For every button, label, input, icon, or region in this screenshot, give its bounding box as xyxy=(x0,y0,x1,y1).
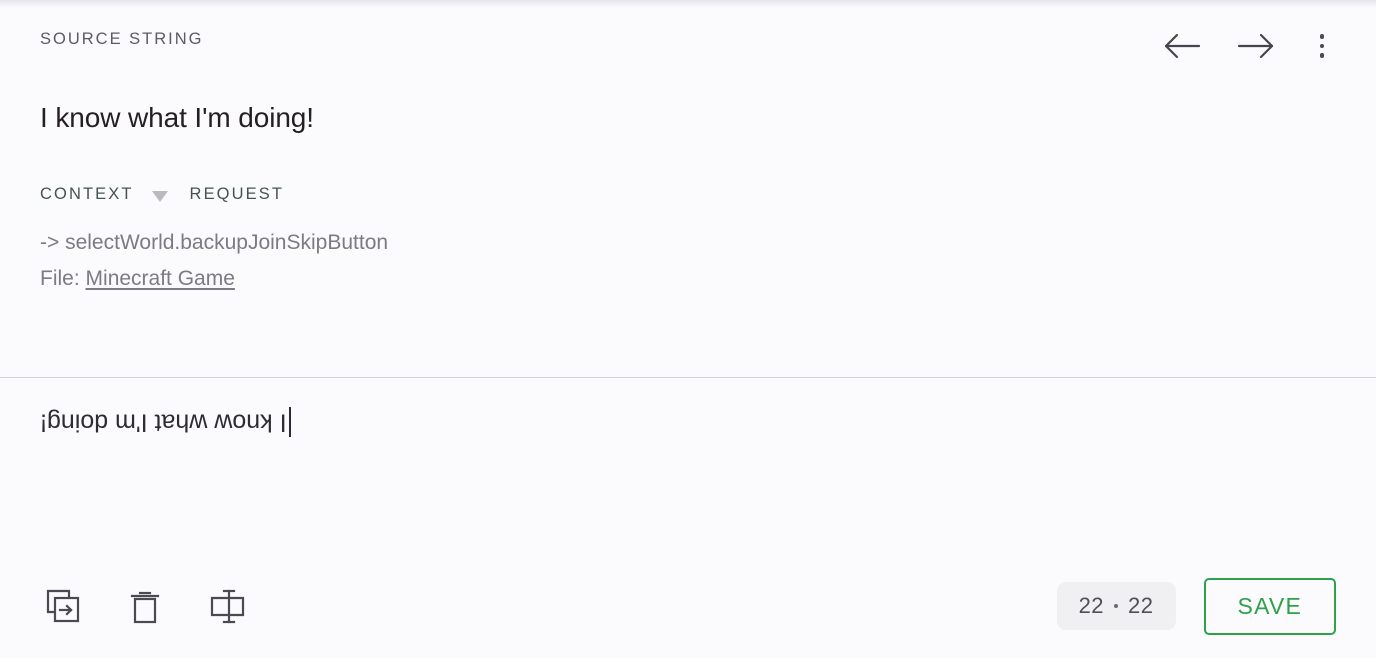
split-string-icon xyxy=(207,586,247,626)
translation-panel[interactable]: I know what I'm doing! xyxy=(0,378,1376,554)
arrow-right-icon xyxy=(1237,31,1275,61)
copy-source-icon xyxy=(43,586,83,626)
source-header: SOURCE STRING xyxy=(40,22,1336,62)
split-string-button[interactable] xyxy=(204,583,250,629)
save-button[interactable]: SAVE xyxy=(1203,577,1336,635)
chevron-down-icon[interactable] xyxy=(151,190,168,202)
counter-separator-dot xyxy=(1114,604,1119,608)
file-label: File: xyxy=(40,267,80,291)
previous-string-button[interactable] xyxy=(1160,24,1204,68)
copy-source-button[interactable] xyxy=(40,583,86,629)
kebab-menu-icon[interactable] xyxy=(1308,24,1336,68)
context-file-line: File: Minecraft Game xyxy=(40,264,1336,294)
tool-group xyxy=(40,583,250,629)
navigation-actions xyxy=(1160,24,1336,68)
source-string-panel: SOURCE STRING I know what I'm doing! CON… xyxy=(0,0,1376,378)
character-counter: 22 22 xyxy=(1056,582,1176,630)
text-cursor xyxy=(288,407,291,438)
source-string-label: SOURCE STRING xyxy=(40,30,204,48)
trash-icon xyxy=(125,586,165,626)
context-key-line: -> selectWorld.backupJoinSkipButton xyxy=(40,231,389,254)
arrow-left-icon xyxy=(1163,31,1201,61)
delete-translation-button[interactable] xyxy=(122,583,168,629)
counter-current: 22 xyxy=(1078,593,1105,618)
toolbar-right-group: 22 22 SAVE xyxy=(1056,577,1336,635)
next-string-button[interactable] xyxy=(1234,24,1278,68)
translation-input[interactable]: I know what I'm doing! xyxy=(40,406,291,439)
tab-context[interactable]: CONTEXT xyxy=(40,185,134,204)
context-tab-bar: CONTEXT REQUEST xyxy=(40,185,1336,204)
tab-request[interactable]: REQUEST xyxy=(190,185,284,204)
source-string-text: I know what I'm doing! xyxy=(40,102,314,133)
counter-total: 22 xyxy=(1128,593,1154,618)
context-details: -> selectWorld.backupJoinSkipButton File… xyxy=(40,228,1336,295)
translation-text[interactable]: I know what I'm doing! xyxy=(40,406,287,439)
bottom-toolbar: 22 22 SAVE xyxy=(0,554,1376,658)
file-link[interactable]: Minecraft Game xyxy=(86,267,235,290)
translation-editor-card: SOURCE STRING I know what I'm doing! CON… xyxy=(0,0,1376,658)
